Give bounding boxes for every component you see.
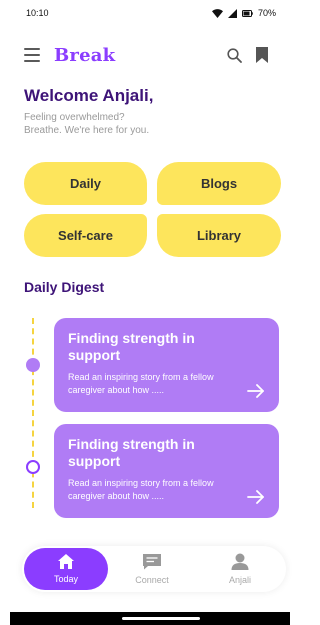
digest-card[interactable]: Finding strength in support Read an insp… [54, 318, 279, 412]
daily-digest-title: Daily Digest [24, 279, 105, 295]
header-actions [227, 47, 268, 63]
digest-card-description: Read an inspiring story from a fellow ca… [68, 478, 214, 501]
nav-item-today[interactable]: Today [24, 548, 108, 590]
nav-label-connect: Connect [135, 575, 169, 585]
category-daily-button[interactable]: Daily [24, 162, 147, 205]
app-logo: Break [54, 44, 116, 66]
status-time: 10:10 [26, 8, 49, 18]
status-icons: 70% [211, 8, 276, 18]
timeline-dot-filled [26, 358, 40, 372]
welcome-subtitle-line1: Feeling overwhelmed? [24, 112, 125, 123]
battery-icon [241, 9, 253, 17]
signal-icon [227, 8, 237, 18]
menu-icon[interactable] [24, 48, 40, 62]
app-header: Break [0, 40, 290, 70]
digest-card-title: Finding strength in support [68, 436, 195, 469]
digest-card-description: Read an inspiring story from a fellow ca… [68, 372, 214, 395]
category-blogs-button[interactable]: Blogs [157, 162, 281, 205]
battery-percent: 70% [257, 8, 276, 18]
system-navigation-bar [10, 612, 290, 625]
chat-icon [142, 553, 162, 572]
nav-label-today: Today [53, 574, 79, 584]
timeline-line [32, 318, 34, 508]
bookmark-icon[interactable] [256, 47, 268, 63]
search-icon[interactable] [227, 47, 242, 63]
home-indicator[interactable] [122, 617, 200, 620]
person-icon [231, 553, 249, 572]
welcome-subtitle-line2: Breathe. We're here for you. [24, 125, 150, 136]
home-icon [58, 554, 74, 571]
wifi-icon [211, 8, 223, 18]
bottom-nav: Today Connect Anjali [22, 546, 286, 592]
nav-item-connect[interactable]: Connect [122, 546, 182, 592]
status-bar: 10:10 70% [0, 0, 290, 26]
arrow-right-icon[interactable] [247, 384, 265, 403]
category-self-care-button[interactable]: Self-care [24, 214, 147, 257]
arrow-right-icon[interactable] [247, 490, 265, 509]
welcome-title: Welcome Anjali, [24, 86, 154, 105]
digest-card-title: Finding strength in support [68, 330, 195, 363]
nav-label-profile: Anjali [228, 575, 251, 585]
category-library-button[interactable]: Library [157, 214, 281, 257]
timeline-dot-hollow [26, 460, 40, 474]
digest-card[interactable]: Finding strength in support Read an insp… [54, 424, 279, 518]
nav-item-profile[interactable]: Anjali [212, 546, 268, 592]
